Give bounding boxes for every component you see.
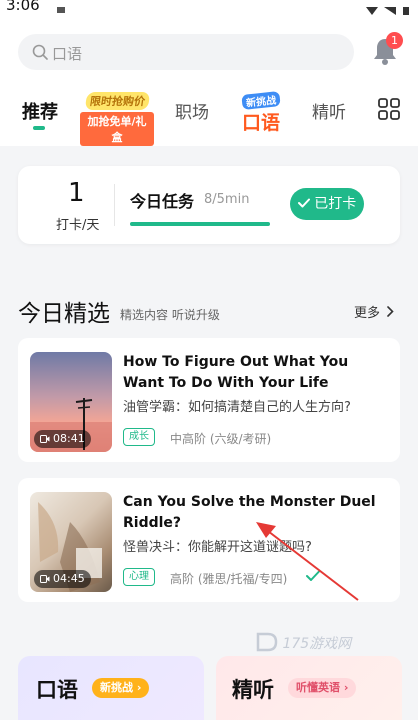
grid-menu-icon[interactable]	[378, 98, 400, 120]
course-thumbnail: 04:45	[30, 492, 112, 592]
checkin-card: 1 打卡/天 今日任务 8/5min 已打卡	[18, 166, 400, 244]
search-input[interactable]: 口语	[18, 34, 354, 70]
task-progress-fill	[130, 222, 270, 226]
feature-pill: 新挑战 ›	[92, 678, 150, 698]
feature-pill: 听懂英语 ›	[288, 678, 357, 698]
chevron-right-icon: ›	[136, 681, 142, 694]
wifi-icon	[366, 0, 378, 15]
promo-sale-line1: 限时抢购价	[84, 92, 150, 110]
video-duration: 08:41	[34, 430, 91, 448]
course-card[interactable]: 08:41 How To Figure Out What You Want To…	[18, 338, 400, 462]
video-icon	[40, 435, 50, 443]
daily-task-label: 今日任务	[130, 192, 195, 211]
checkin-days: 1	[68, 178, 85, 208]
course-title: How To Figure Out What You Want To Do Wi…	[123, 354, 349, 391]
tab-recommend[interactable]: 推荐	[22, 98, 58, 124]
course-tag: 成长	[123, 428, 155, 446]
feature-pill-label: 听懂英语	[296, 681, 340, 694]
section-subtitle: 精选内容 听说升级	[120, 308, 220, 322]
listening-feature-card[interactable]: 精听 听懂英语 ›	[216, 656, 402, 720]
promo-speaking-line2: 口语	[241, 112, 280, 134]
feature-title: 口语	[36, 678, 78, 702]
more-label: 更多	[354, 306, 381, 321]
task-progress-bar	[130, 222, 270, 226]
checked-in-button[interactable]: 已打卡	[290, 188, 364, 220]
notification-badge: 1	[386, 32, 403, 49]
tab-promo-speaking[interactable]: 新挑战 口语	[232, 90, 290, 134]
chevron-right-icon: ›	[343, 681, 349, 694]
chevron-right-icon	[387, 306, 394, 317]
annotation-arrow	[256, 522, 359, 601]
course-level: 中高阶 (六级/考研)	[170, 432, 272, 446]
watermark-text: 175游戏网	[282, 636, 352, 652]
course-subtitle: 油管学霸：如何搞清楚自己的人生方向?	[123, 400, 351, 415]
daily-task-progress: 8/5min	[204, 192, 250, 207]
section-title: 今日精选	[18, 301, 110, 327]
course-tag: 心理	[123, 568, 155, 586]
search-icon	[32, 44, 48, 60]
signal-icon	[384, 0, 396, 15]
divider	[114, 184, 115, 226]
check-icon	[297, 198, 310, 208]
status-time: 3:06	[6, 0, 40, 14]
search-placeholder: 口语	[52, 45, 83, 63]
tab-promo-sale[interactable]: 限时抢购价 加抢免单/礼盒	[80, 90, 154, 146]
duration-text: 04:45	[53, 572, 85, 585]
more-link[interactable]: 更多	[354, 302, 394, 321]
duration-text: 08:41	[53, 432, 85, 445]
tab-workplace[interactable]: 职场	[175, 98, 209, 123]
checked-in-label: 已打卡	[314, 196, 357, 212]
feature-pill-label: 新挑战	[100, 681, 133, 694]
video-icon	[40, 575, 50, 583]
video-duration: 04:45	[34, 570, 91, 588]
notification-status-icon	[56, 0, 66, 13]
status-bar: 3:06	[0, 0, 418, 18]
battery-icon	[402, 0, 412, 15]
speaking-feature-card[interactable]: 口语 新挑战 ›	[18, 656, 204, 720]
feature-title: 精听	[232, 678, 274, 702]
header: 口语 1 推荐 限时抢购价 加抢免单/礼盒 职场 新挑战 口语 精听	[0, 18, 418, 146]
checkin-unit: 打卡/天	[56, 218, 100, 233]
course-thumbnail: 08:41	[30, 352, 112, 452]
promo-sale-line2: 加抢免单/礼盒	[80, 112, 154, 146]
watermark: 175游戏网	[256, 632, 351, 653]
watermark-logo-icon	[256, 632, 278, 652]
tab-intensive-listening[interactable]: 精听	[312, 98, 346, 123]
active-tab-indicator	[33, 126, 45, 130]
